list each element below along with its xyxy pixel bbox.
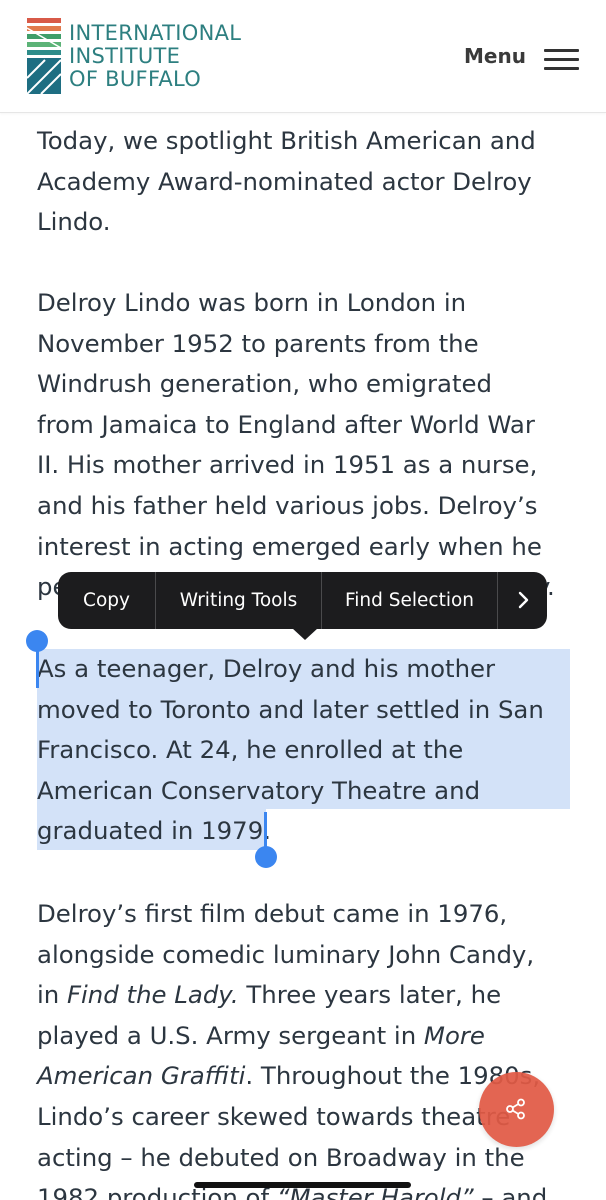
text-fragment: – and (473, 1183, 548, 1200)
selection-start-handle[interactable] (26, 630, 48, 652)
chevron-right-icon[interactable] (515, 590, 533, 610)
brand-name[interactable]: INTERNATIONAL INSTITUTE OF BUFFALO (69, 22, 241, 91)
menu-divider (497, 572, 498, 629)
selected-text-line: Francisco. At 24, he enrolled at the (37, 735, 464, 765)
copy-button[interactable]: Copy (58, 572, 155, 629)
text-line: Delroy Lindo was born in London in (37, 288, 467, 317)
text-line: played a U.S. Army sergeant in More (37, 1016, 577, 1057)
menu-pointer (292, 628, 318, 640)
selected-text-line: graduated in 1979. (37, 816, 271, 846)
text-selection-menu: Copy Writing Tools Find Selection (58, 572, 547, 629)
home-indicator[interactable] (194, 1182, 411, 1188)
selected-text-line: American Conservatory Theatre and (37, 775, 481, 805)
brand-line: INSTITUTE (69, 44, 181, 68)
text-line: Delroy’s first film debut came in 1976, (37, 899, 508, 928)
text-line: in Find the Lady. Three years later, he (37, 975, 577, 1016)
film-title: Find the Lady. (67, 980, 239, 1010)
writing-tools-button[interactable]: Writing Tools (156, 572, 321, 629)
intro-paragraph: Today, we spotlight British American and… (37, 97, 577, 243)
text-line: alongside comedic luminary John Candy, (37, 939, 535, 969)
hamburger-menu-icon[interactable] (544, 49, 579, 71)
film-title: American Graffiti (37, 1061, 246, 1091)
find-selection-button[interactable]: Find Selection (322, 572, 497, 629)
text-line: Academy Award-nominated actor Delroy (37, 166, 532, 196)
text-fragment: in (37, 980, 67, 1010)
institute-logo-icon[interactable] (27, 18, 61, 94)
text-line: acting – he debuted on Broadway in the (37, 1142, 525, 1172)
site-header: INTERNATIONAL INSTITUTE OF BUFFALO Menu (0, 0, 606, 113)
article-page: Today, we spotlight British American and… (0, 0, 606, 1200)
selected-paragraph[interactable]: As a teenager, Delroy and his mother mov… (37, 649, 577, 852)
career-paragraph: Delroy’s first film debut came in 1976, … (37, 894, 577, 1200)
brand-line: INTERNATIONAL (69, 21, 242, 45)
menu-button-label[interactable]: Menu (464, 44, 526, 68)
selection-end-handle[interactable] (255, 846, 277, 868)
selected-text-line: moved to Toronto and later settled in Sa… (37, 694, 544, 724)
selection-start-handle-bar[interactable] (36, 648, 39, 688)
film-title: More (423, 1020, 485, 1050)
text-line: Today, we spotlight British American and (37, 126, 536, 155)
text-line: and his father held various jobs. Delroy… (37, 490, 538, 520)
text-line: Windrush generation, who emigrated (37, 369, 492, 399)
selected-text-line: As a teenager, Delroy and his mother (37, 654, 496, 683)
text-line: II. His mother arrived in 1951 as a nurs… (37, 450, 538, 480)
text-line: Lindo. (37, 207, 111, 237)
share-icon (506, 1098, 525, 1120)
text-line: from Jamaica to England after World War (37, 409, 535, 439)
text-fragment: Three years later, he (238, 980, 502, 1010)
bio-paragraph: Delroy Lindo was born in London in Novem… (37, 283, 577, 608)
selection-end-handle-bar[interactable] (264, 812, 267, 850)
text-fragment: played a U.S. Army sergeant in (37, 1020, 424, 1050)
text-line: November 1952 to parents from the (37, 328, 479, 358)
share-button[interactable] (479, 1072, 554, 1147)
brand-line: OF BUFFALO (69, 67, 202, 91)
text-line: interest in acting emerged early when he (37, 531, 542, 561)
